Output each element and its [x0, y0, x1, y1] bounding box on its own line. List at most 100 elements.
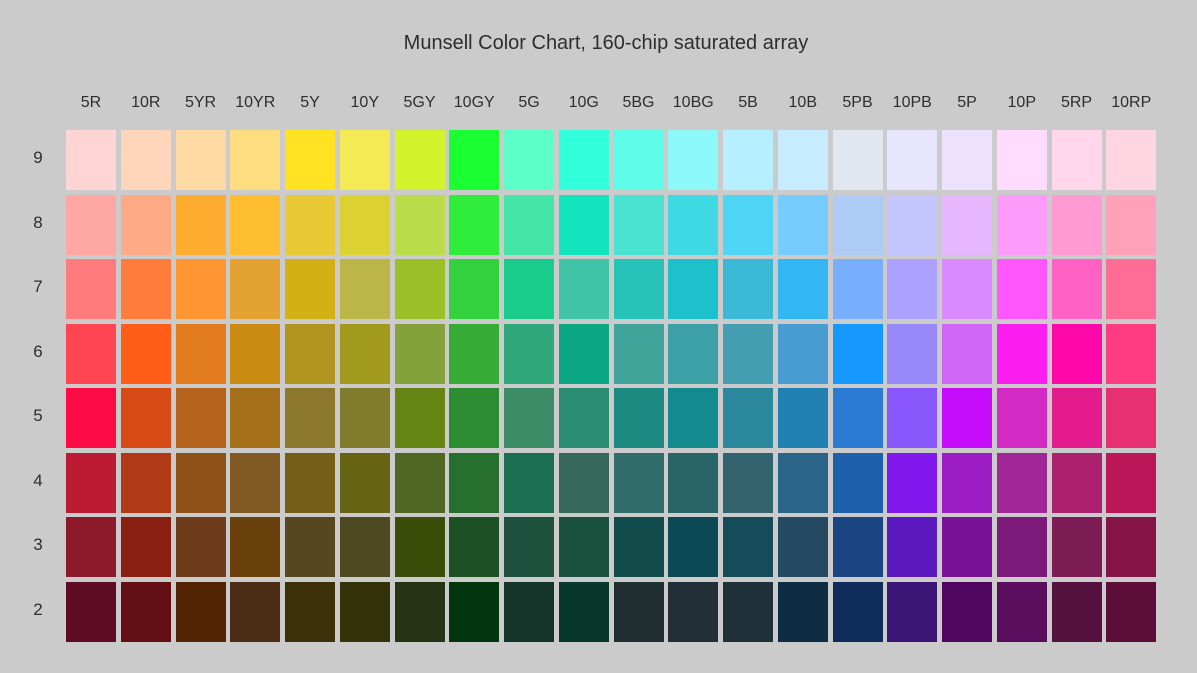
- color-chip: [175, 517, 226, 577]
- color-chip: [230, 259, 281, 319]
- color-chip: [887, 259, 938, 319]
- color-chip: [504, 517, 554, 577]
- color-chip: [339, 194, 390, 255]
- color-chip: [1051, 581, 1102, 642]
- color-chip: [832, 517, 883, 577]
- color-chip: [1051, 323, 1102, 384]
- color-chip: [942, 194, 992, 255]
- color-chip: [394, 130, 445, 190]
- color-chip: [613, 517, 664, 577]
- row-label: 5: [33, 406, 43, 425]
- color-chip: [832, 259, 883, 319]
- color-chip: [832, 194, 883, 255]
- color-chip: [175, 581, 226, 642]
- color-chip: [777, 517, 828, 577]
- color-chip: [449, 388, 500, 448]
- color-chip: [285, 194, 335, 255]
- color-chip: [668, 388, 719, 448]
- color-chip: [723, 259, 773, 319]
- column-label: 10RP: [1111, 94, 1152, 111]
- color-chip: [230, 452, 281, 513]
- color-chip: [558, 259, 609, 319]
- color-chip: [668, 323, 719, 384]
- color-chip: [832, 323, 883, 384]
- color-chip: [996, 259, 1047, 319]
- color-chip: [230, 194, 281, 255]
- column-label: 10BG: [672, 94, 714, 111]
- column-label: 10B: [788, 94, 817, 111]
- color-chip: [394, 259, 445, 319]
- column-label: 10P: [1007, 94, 1036, 111]
- color-chip: [996, 194, 1047, 255]
- color-chip: [1051, 194, 1102, 255]
- color-chip: [120, 581, 171, 642]
- column-label: 5B: [738, 94, 758, 111]
- color-chip: [230, 130, 281, 190]
- color-chip: [668, 130, 719, 190]
- color-chip: [832, 452, 883, 513]
- color-chip: [504, 259, 554, 319]
- color-chip: [1106, 259, 1157, 319]
- color-chip: [996, 323, 1047, 384]
- color-chip: [285, 581, 335, 642]
- color-chip: [339, 388, 390, 448]
- color-chip: [777, 581, 828, 642]
- color-chip: [832, 130, 883, 190]
- row-label: 2: [33, 599, 43, 619]
- color-chip: [339, 323, 390, 384]
- color-chip: [668, 517, 719, 577]
- color-chip: [230, 581, 281, 642]
- color-chip: [449, 130, 500, 190]
- color-chip: [285, 517, 335, 577]
- color-chip: [504, 130, 554, 190]
- color-chip: [230, 517, 281, 577]
- color-chip: [668, 194, 719, 255]
- color-chip: [942, 259, 992, 319]
- color-chip: [339, 517, 390, 577]
- column-label: 10GY: [453, 94, 495, 111]
- color-chip: [120, 259, 171, 319]
- color-chip: [120, 130, 171, 190]
- color-chip: [723, 517, 773, 577]
- color-chip: [887, 194, 938, 255]
- color-chip: [66, 259, 116, 319]
- color-chip: [832, 388, 883, 448]
- color-chip: [1106, 194, 1157, 255]
- color-chip: [230, 323, 281, 384]
- color-chip: [613, 452, 664, 513]
- color-chip: [66, 452, 116, 513]
- color-chip: [449, 452, 500, 513]
- color-chip: [285, 323, 335, 384]
- color-chip: [394, 517, 445, 577]
- color-chip: [1106, 388, 1157, 448]
- color-chip: [1106, 130, 1157, 190]
- color-chip: [285, 130, 335, 190]
- color-chip: [613, 581, 664, 642]
- color-chip: [394, 452, 445, 513]
- color-chip: [777, 194, 828, 255]
- color-chip: [887, 388, 938, 448]
- column-label: 5GY: [403, 94, 436, 111]
- chart-title: Munsell Color Chart, 160-chip saturated …: [403, 32, 809, 54]
- color-chip: [942, 517, 992, 577]
- color-chip: [66, 388, 116, 448]
- color-chip: [66, 194, 116, 255]
- color-chip: [285, 452, 335, 513]
- color-chip: [777, 452, 828, 513]
- color-chip: [942, 581, 992, 642]
- color-chip: [942, 388, 992, 448]
- row-label: 4: [33, 470, 43, 490]
- column-label: 10R: [131, 94, 161, 111]
- color-chip: [230, 388, 281, 448]
- color-chip: [504, 194, 554, 255]
- color-chip: [723, 388, 773, 448]
- color-chip: [339, 259, 390, 319]
- column-label: 5R: [80, 94, 102, 111]
- color-chip: [449, 581, 500, 642]
- color-chip: [394, 581, 445, 642]
- color-chip: [613, 259, 664, 319]
- color-chip: [887, 130, 938, 190]
- color-chip: [66, 323, 116, 384]
- color-chip: [613, 194, 664, 255]
- color-chip: [558, 452, 609, 513]
